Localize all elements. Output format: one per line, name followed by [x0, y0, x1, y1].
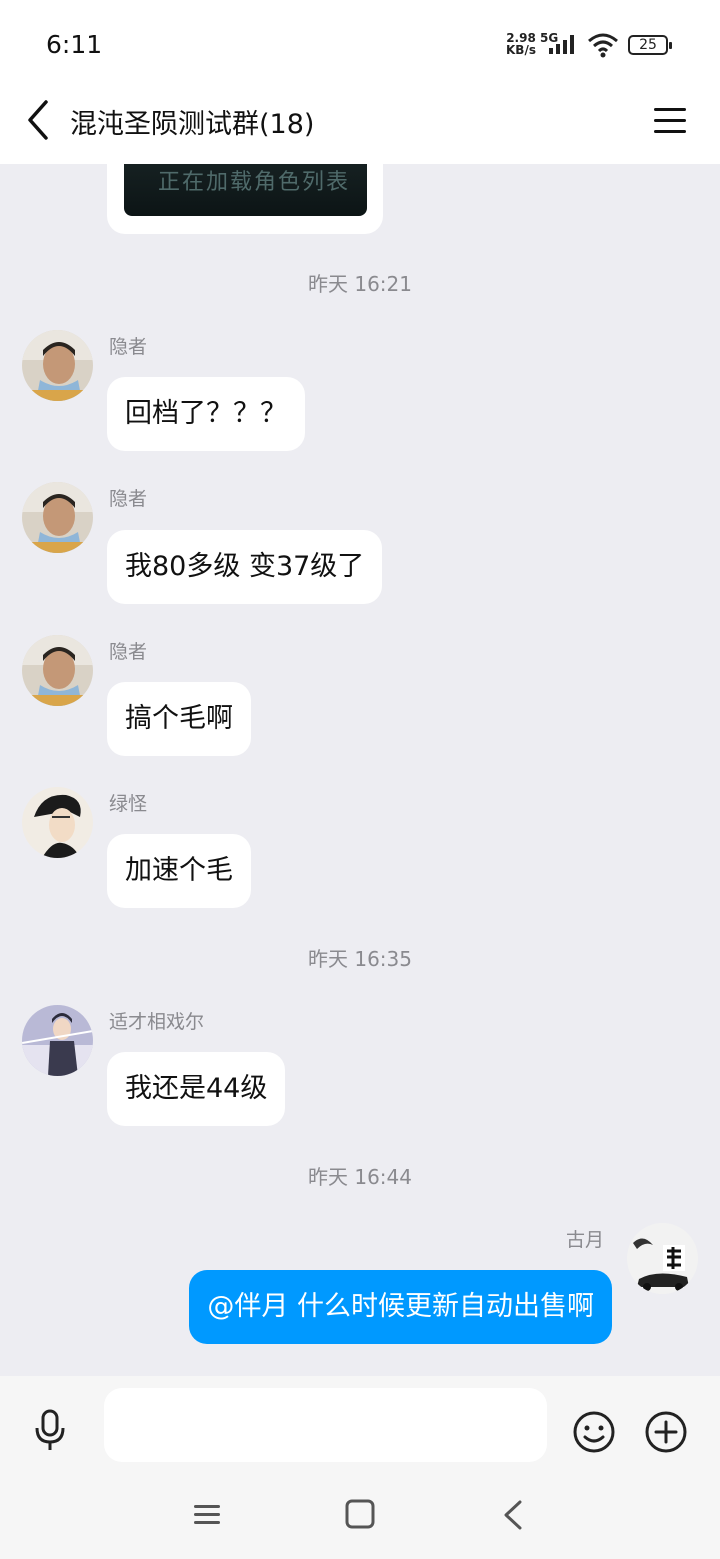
network-speed-unit: KB/s	[506, 43, 536, 57]
back-icon[interactable]	[20, 98, 60, 142]
message-bubble[interactable]: 搞个毛啊	[107, 682, 251, 756]
message-bubble[interactable]: 我80多级 变37级了	[107, 530, 383, 604]
message-bubble[interactable]: 我还是44级	[107, 1052, 286, 1126]
status-bar: 6:11 2.98 KB/s 5G 25	[0, 0, 720, 84]
image-message[interactable]: 正在加载角色列表	[107, 164, 383, 234]
microphone-icon[interactable]	[32, 1408, 68, 1452]
sender-name: 适才相戏尔	[109, 1011, 205, 1033]
network-speed: 2.98 KB/s	[504, 32, 538, 56]
user-avatar-icon	[627, 1223, 698, 1294]
user-avatar-icon	[22, 330, 93, 401]
status-time: 6:11	[46, 30, 103, 59]
chat-title: 混沌圣陨测试群(18)	[70, 109, 315, 140]
image-thumbnail[interactable]: 正在加载角色列表	[124, 164, 367, 216]
timestamp: 昨天 16:21	[308, 272, 412, 296]
sender-name: 隐者	[109, 641, 148, 663]
wifi-icon	[588, 33, 618, 58]
nav-back-icon[interactable]	[500, 1498, 526, 1532]
sender-name: 隐者	[109, 488, 148, 510]
signal-icon	[549, 35, 574, 54]
chat-header: 混沌圣陨测试群(18)	[0, 84, 720, 164]
nav-menu-icon[interactable]	[192, 1500, 222, 1530]
self-message-bubble[interactable]: @伴月 什么时候更新自动出售啊	[189, 1270, 612, 1344]
message-bubble[interactable]: 加速个毛	[107, 834, 251, 908]
user-avatar-icon	[22, 635, 93, 706]
sender-name: 绿怪	[109, 793, 148, 815]
self-sender-name: 古月	[565, 1229, 604, 1251]
system-nav-bar	[0, 1484, 720, 1559]
avatar[interactable]	[22, 482, 93, 553]
avatar[interactable]	[22, 330, 93, 401]
image-thumbnail-text: 正在加载角色列表	[158, 170, 351, 195]
timestamp: 昨天 16:35	[308, 947, 412, 971]
nav-home-icon[interactable]	[344, 1498, 376, 1530]
message-bubble[interactable]: 回档了？？？	[107, 377, 305, 451]
user-avatar-icon	[22, 482, 93, 553]
chat-message-list[interactable]: 正在加载角色列表 昨天 16:21 隐者 回档了？？？ 隐者 我80多级 变37…	[0, 164, 720, 1376]
menu-icon[interactable]	[650, 102, 690, 138]
sender-name: 隐者	[109, 336, 148, 358]
avatar[interactable]	[22, 787, 93, 858]
user-avatar-icon	[22, 787, 93, 858]
self-avatar[interactable]	[627, 1223, 698, 1294]
avatar[interactable]	[22, 1005, 93, 1076]
emoji-icon[interactable]	[572, 1410, 616, 1454]
avatar[interactable]	[22, 635, 93, 706]
message-input[interactable]	[104, 1388, 547, 1462]
plus-icon[interactable]	[644, 1410, 688, 1454]
user-avatar-icon	[22, 1005, 93, 1076]
battery-icon: 25	[628, 35, 672, 55]
input-bar	[0, 1376, 720, 1484]
timestamp: 昨天 16:44	[308, 1165, 412, 1189]
